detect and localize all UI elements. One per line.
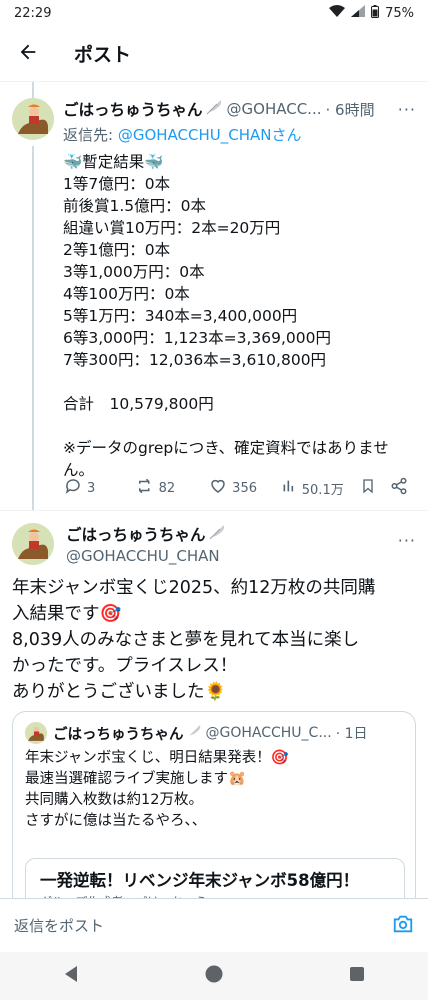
home-circle-icon[interactable]: [204, 964, 224, 988]
system-nav-bar: [0, 952, 428, 1000]
back-triangle-icon[interactable]: [63, 965, 79, 987]
post-text: 年末ジャンボ宝くじ2025、約12万枚の共同購 入結果です🎯 8,039人のみな…: [12, 575, 416, 705]
like-count: 356: [232, 480, 257, 496]
text-line: ありがとうございました🌻: [12, 682, 227, 702]
avatar: [25, 722, 47, 744]
more-options-button[interactable]: ···: [398, 531, 416, 550]
author-handle[interactable]: @GOHACC...: [227, 100, 322, 118]
author-handle: @GOHACCHU_C...: [205, 725, 332, 741]
text-line: [63, 371, 416, 393]
battery-icon: [371, 4, 380, 22]
text-line: 前後賞1.5億円：0本: [63, 197, 207, 215]
main-post[interactable]: ごはっちゅうちゃん @GOHACCHU_CHAN ··· 年末ジャンボ宝くじ20…: [0, 510, 428, 911]
quoted-post[interactable]: ごはっちゅうちゃん @GOHACCHU_C... · 1日 年末ジャンボ宝くじ、…: [12, 711, 416, 911]
recents-square-icon[interactable]: [349, 966, 365, 986]
text-line: 組違い賞10万円：2本=20万円: [63, 219, 281, 237]
like-button[interactable]: 356: [209, 477, 281, 499]
text-line: かったです。プライスレス！: [12, 656, 238, 676]
repost-button[interactable]: 82: [136, 477, 210, 499]
post-header: ごはっちゅうちゃん @GOHACC... · 6時間 ···: [63, 98, 416, 120]
status-icons: 75%: [329, 4, 414, 22]
reply-composer[interactable]: 返信をポスト: [0, 898, 428, 952]
text-line: 最速当選確認ライブ実施します🐹: [25, 771, 247, 787]
text-line: 2等1億円：0本: [63, 241, 171, 259]
text-line: 1等7億円：0本: [63, 175, 171, 193]
post-text: 🐳暫定結果🐳 1等7億円：0本 前後賞1.5億円：0本 組違い賞10万円：2本=…: [63, 151, 416, 481]
reply-to-suffix[interactable]: さん: [271, 126, 301, 144]
feather-badge-icon: [208, 524, 226, 544]
avatar[interactable]: [12, 523, 54, 565]
feather-badge-icon: [186, 724, 202, 742]
author-name: ごはっちゅうちゃん: [53, 726, 184, 743]
bookmark-icon: [360, 477, 376, 499]
post-header: ごはっちゅうちゃん @GOHACCHU_CHAN ···: [12, 521, 416, 571]
text-line: 合計 10,579,800円: [63, 395, 214, 413]
heart-icon: [209, 477, 227, 499]
text-line: 年末ジャンボ宝くじ2025、約12万枚の共同購: [12, 578, 376, 598]
bookmark-button[interactable]: [360, 477, 390, 499]
text-line: 入結果です🎯: [12, 604, 122, 624]
camera-icon[interactable]: [392, 913, 414, 939]
author-name[interactable]: ごはっちゅうちゃん: [63, 98, 203, 120]
quote-text: 年末ジャンボ宝くじ、明日結果発表！🎯 最速当選確認ライブ実施します🐹 共同購入枚…: [25, 748, 405, 832]
arrow-left-icon: [17, 41, 39, 67]
action-bar: 3 82 356 50.1万: [64, 476, 414, 500]
post-time: · 1日: [335, 726, 368, 742]
quote-header: ごはっちゅうちゃん @GOHACCHU_C... · 1日: [25, 722, 405, 744]
reply-to: 返信先: @GOHACCHU_CHANさん: [63, 124, 416, 145]
thread-line-top: [32, 82, 34, 98]
text-line: 6等3,000円：1,123本=3,369,000円: [63, 329, 331, 347]
status-bar: 22:29 75%: [0, 0, 428, 26]
author-handle[interactable]: @GOHACCHU_CHAN: [66, 547, 226, 565]
feather-badge-icon: [205, 99, 223, 119]
reply-to-prefix: 返信先:: [63, 126, 118, 144]
text-line: [63, 415, 416, 437]
status-time: 22:29: [14, 5, 52, 21]
author-name[interactable]: ごはっちゅうちゃん: [66, 523, 206, 545]
reply-button[interactable]: 3: [64, 477, 136, 499]
more-options-button[interactable]: ···: [398, 100, 416, 119]
share-icon: [390, 477, 408, 499]
text-line: さすがに億は当たるやろ、、: [25, 813, 207, 829]
text-line: 🐳暫定結果🐳: [63, 153, 164, 171]
back-button[interactable]: [0, 26, 56, 82]
reply-input[interactable]: 返信をポスト: [14, 915, 104, 936]
text-line: 5等1万円：340本=3,400,000円: [63, 307, 298, 325]
bar-chart-icon: [281, 478, 297, 498]
top-bar: ポスト: [0, 26, 428, 82]
battery-percent: 75%: [385, 5, 414, 21]
reply-to-link[interactable]: @GOHACCHU_CHAN: [118, 126, 272, 144]
signal-icon: [351, 5, 366, 21]
link-card-title: 一発逆転！リベンジ年末ジャンボ58億円！: [40, 871, 360, 890]
text-line: 3等1,000万円：0本: [63, 263, 205, 281]
post-time[interactable]: · 6時間: [325, 99, 374, 120]
thread-line: [32, 146, 34, 510]
repost-count: 82: [158, 480, 176, 496]
page-title: ポスト: [74, 44, 132, 66]
view-count: 50.1万: [301, 482, 344, 498]
text-line: 7等300円：12,036本=3,610,800円: [63, 351, 327, 369]
views-button[interactable]: 50.1万: [281, 478, 361, 498]
avatar[interactable]: [12, 98, 54, 140]
text-line: 4等100万円：0本: [63, 285, 190, 303]
wifi-icon: [329, 5, 346, 21]
text-line: 8,039人のみなさまと夢を見れて本当に楽し: [12, 630, 360, 650]
text-line: ※データのgrepにつき、確定資料ではありませ: [63, 439, 389, 457]
share-button[interactable]: [390, 477, 414, 499]
reply-count: 3: [87, 480, 96, 496]
text-line: 共同購入枚数は約12万枚。: [25, 792, 203, 808]
repost-icon: [136, 477, 154, 499]
text-line: 年末ジャンボ宝くじ、明日結果発表！🎯: [25, 750, 289, 766]
comment-icon: [64, 477, 82, 499]
